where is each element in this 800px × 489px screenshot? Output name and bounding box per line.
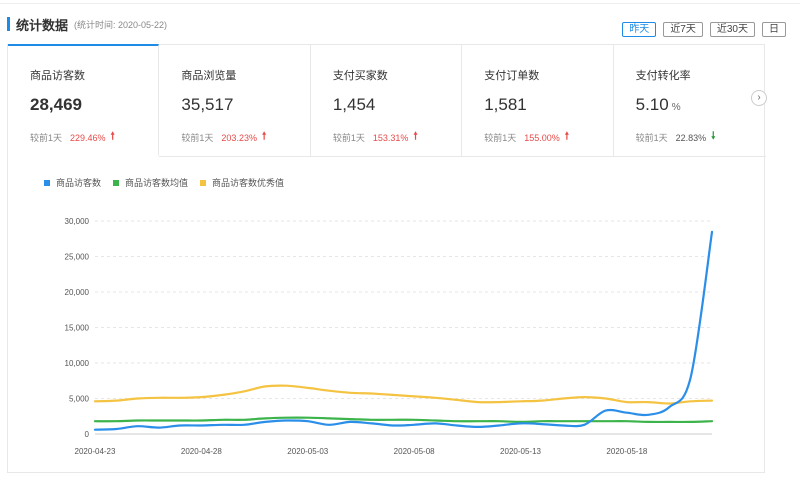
y-tick-label: 5,000 xyxy=(69,395,90,404)
x-tick-label: 2020-05-13 xyxy=(500,447,541,456)
series-line-1 xyxy=(93,416,714,424)
y-tick-label: 30,000 xyxy=(65,217,90,226)
series-line-2 xyxy=(93,384,714,405)
y-tick-label: 20,000 xyxy=(65,288,90,297)
x-tick-label: 2020-05-03 xyxy=(287,447,328,456)
y-tick-label: 25,000 xyxy=(65,253,90,262)
x-tick-label: 2020-04-23 xyxy=(75,447,116,456)
visitor-line-chart: 0 5,000 10,000 15,000 20,000 25,000 30,000 2020… xyxy=(65,217,714,456)
x-tick-label: 2020-05-08 xyxy=(394,447,435,456)
y-tick-label: 10,000 xyxy=(65,359,90,368)
y-tick-label: 0 xyxy=(85,430,90,439)
x-tick-label: 2020-05-18 xyxy=(606,447,647,456)
x-tick-label: 2020-04-28 xyxy=(181,447,222,456)
y-tick-label: 15,000 xyxy=(65,324,90,333)
